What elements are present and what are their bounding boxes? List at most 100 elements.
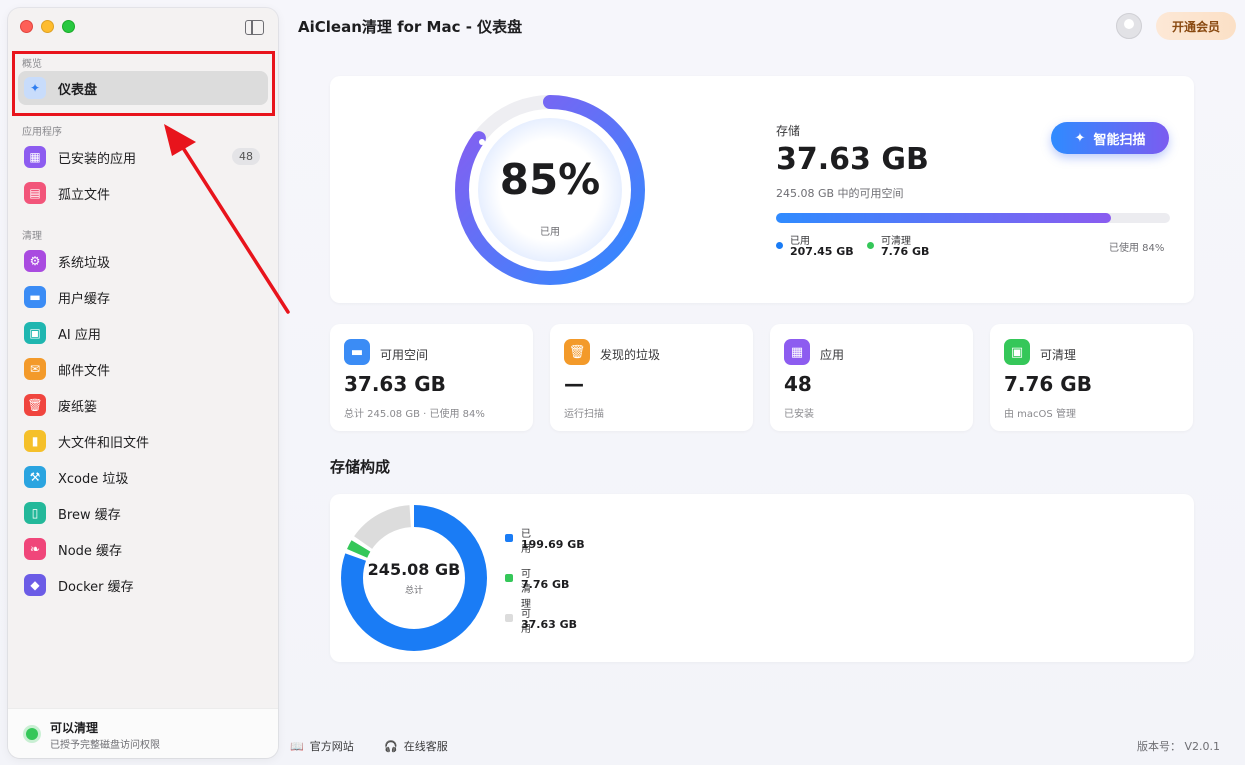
stat-title: 应用 [820,348,845,362]
composition-heading: 存储构成 [330,458,391,476]
sidebar-item-label: Node 缓存 [58,543,123,559]
legend-value: 37.63 GB [521,618,578,631]
chip-icon: ▣ [1004,339,1030,365]
sidebar-item-xcode-junk[interactable]: ⚒ Xcode 垃圾 [18,460,268,494]
trash-icon: 🗑 [24,394,46,416]
chip-icon: ▣ [24,322,46,344]
close-window-button[interactable] [20,20,33,33]
stat-value: 37.63 GB [344,372,446,396]
storage-overview-card: 85% 已用 存储 37.63 GB 245.08 GB 中的可用空间 已用 2… [330,76,1194,303]
smart-scan-button[interactable]: ✦ 智能扫描 [1051,122,1169,154]
legend-dot [505,614,513,622]
sparkle-icon: ✦ [24,77,46,99]
app-window: 概览 ✦ 仪表盘 应用程序 ▦ 已安装的应用 48 ▤ 孤立文件 清理 ⚙ 系统… [0,0,1245,765]
sidebar-item-label: Xcode 垃圾 [58,471,129,487]
mug-icon: ▯ [24,502,46,524]
grid-icon: ▦ [24,146,46,168]
stat-subtitle: 已安装 [784,409,814,420]
sidebar-item-dashboard[interactable]: ✦ 仪表盘 [18,71,268,105]
drive-icon: ▬ [344,339,370,365]
stat-subtitle: 运行扫描 [564,409,604,420]
usage-ring: 85% 已用 [450,90,650,290]
storage-value: 37.63 GB [776,142,929,177]
drive-icon: ▬ [24,286,46,308]
section-label-apps: 应用程序 [22,127,62,138]
stat-title: 可清理 [1040,348,1077,362]
stat-card-cleanable[interactable]: ▣ 可清理 7.76 GB 由 macOS 管理 [990,324,1193,431]
version-text: 版本号： V2.0.1 [1137,740,1221,753]
support-label: 在线客服 [403,740,448,753]
usage-percent-label: 已用 [540,227,560,238]
sidebar-item-label: 邮件文件 [58,363,111,379]
sparkle-icon: ✦ [1074,130,1086,146]
usage-percent: 85% [499,155,601,204]
annotation-arrow-icon [164,124,290,314]
legend-value: 7.76 GB [521,578,570,591]
storage-composition-card: 245.08 GB 总计 已用 199.69 GB 可清理 7.76 GB 可用… [330,494,1194,662]
stat-value: 7.76 GB [1004,372,1092,396]
grid-icon: ▦ [784,339,810,365]
cube-icon: ◆ [24,574,46,596]
book-icon: 📖 [290,739,304,753]
sidebar-item-label: 已安装的应用 [58,151,137,167]
stat-subtitle: 由 macOS 管理 [1004,409,1076,420]
sidebar-item-large-old-files[interactable]: ▮ 大文件和旧文件 [18,424,268,458]
stat-value: — [564,372,584,396]
storage-progress-fill [776,213,1111,223]
page-title: AiClean清理 for Mac - 仪表盘 [298,18,523,36]
sidebar-item-ai-apps[interactable]: ▣ AI 应用 [18,316,268,350]
section-label-clean: 清理 [22,231,42,242]
smart-scan-label: 智能扫描 [1093,132,1146,148]
donut-total: 245.08 GB [367,560,461,579]
sidebar-item-mail-files[interactable]: ✉ 邮件文件 [18,352,268,386]
membership-button[interactable]: 开通会员 [1156,12,1236,40]
sidebar-item-label: 仪表盘 [58,82,98,98]
sidebar-item-node-cache[interactable]: ❧ Node 缓存 [18,532,268,566]
stat-card-junk-found[interactable]: 🗑 发现的垃圾 — 运行扫描 [550,324,753,431]
sidebar-item-label: AI 应用 [58,327,101,343]
trash-icon: 🗑 [564,339,590,365]
sidebar-item-label: 系统垃圾 [58,255,111,271]
stat-card-apps[interactable]: ▦ 应用 48 已安装 [770,324,973,431]
legend-dot [776,242,783,249]
legend-dot [867,242,874,249]
hammer-icon: ⚒ [24,466,46,488]
permission-status: 可以清理 已授予完整磁盘访问权限 [8,708,278,758]
stat-value: 48 [784,372,812,396]
gear-icon: ⚙ [24,250,46,272]
status-dot-icon [26,728,38,740]
support-link[interactable]: 🎧 在线客服 [384,738,448,754]
legend-value: 7.76 GB [881,245,930,258]
sidebar-item-label: Brew 缓存 [58,507,121,523]
stat-subtitle: 总计 245.08 GB · 已使用 84% [344,409,485,420]
storage-label: 存储 [776,124,801,138]
sidebar-item-label: 废纸篓 [58,399,98,415]
website-link[interactable]: 📖 官方网站 [290,738,354,754]
sidebar-item-label: 用户缓存 [58,291,111,307]
sidebar-item-label: 孤立文件 [58,187,111,203]
legend-dot [505,574,513,582]
document-icon: ▮ [24,430,46,452]
stat-title: 可用空间 [380,348,429,362]
legend-value: 199.69 GB [521,538,585,551]
legend-dot [505,534,513,542]
website-label: 官方网站 [309,740,354,753]
mail-icon: ✉ [24,358,46,380]
leaf-icon: ❧ [24,538,46,560]
sidebar-toggle-icon[interactable] [245,20,264,35]
zoom-window-button[interactable] [62,20,75,33]
sidebar-item-brew-cache[interactable]: ▯ Brew 缓存 [18,496,268,530]
headphones-icon: 🎧 [384,739,398,753]
window-controls [20,20,75,33]
storage-progress-bar [776,213,1170,223]
sidebar-item-label: Docker 缓存 [58,579,134,595]
avatar[interactable] [1116,13,1142,39]
file-icon: ▤ [24,182,46,204]
sidebar-item-trash[interactable]: 🗑 废纸篓 [18,388,268,422]
storage-subtitle: 245.08 GB 中的可用空间 [776,187,904,200]
status-title: 可以清理 [50,721,99,735]
used-percent-text: 已使用 84% [1109,243,1165,254]
minimize-window-button[interactable] [41,20,54,33]
sidebar-item-docker-cache[interactable]: ◆ Docker 缓存 [18,568,268,602]
stat-card-free-space[interactable]: ▬ 可用空间 37.63 GB 总计 245.08 GB · 已使用 84% [330,324,533,431]
